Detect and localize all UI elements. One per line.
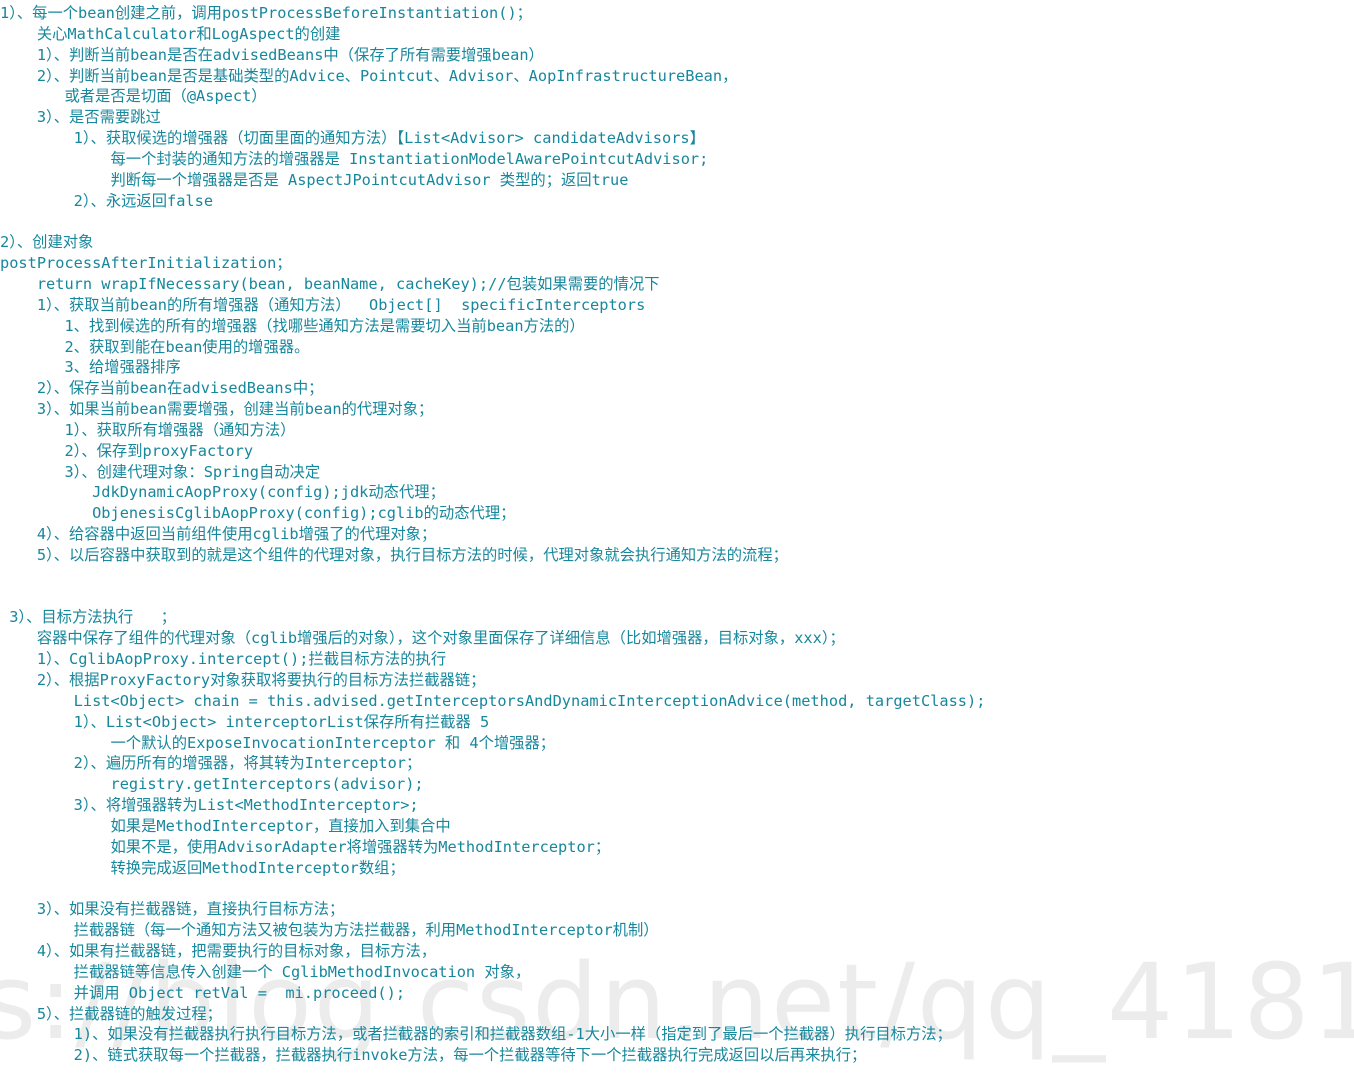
note-line: 3）、目标方法执行 ； bbox=[0, 608, 177, 627]
note-line: 3）、如果没有拦截器链，直接执行目标方法； bbox=[0, 900, 345, 919]
note-line: 1）、每一个bean创建之前，调用postProcessBeforeInstan… bbox=[0, 4, 532, 22]
note-line: 一个默认的ExposeInvocationInterceptor 和 4个增强器… bbox=[0, 733, 556, 752]
note-line: 1、找到候选的所有的增强器（找哪些通知方法是需要切入当前bean方法的） bbox=[0, 316, 585, 335]
note-line: 2）、保存当前bean在advisedBeans中； bbox=[0, 379, 324, 398]
note-line: 2）、创建对象 bbox=[0, 233, 94, 252]
note-line: 2）、根据ProxyFactory对象获取将要执行的目标方法拦截器链； bbox=[0, 671, 486, 689]
note-line: postProcessAfterInitialization； bbox=[0, 254, 292, 273]
note-line: 每一个封装的通知方法的增强器是 InstantiationModelAwareP… bbox=[0, 149, 709, 168]
note-line: 容器中保存了组件的代理对象（cglib增强后的对象），这个对象里面保存了详细信息… bbox=[0, 629, 845, 648]
note-line: 拦截器链（每一个通知方法又被包装为方法拦截器，利用MethodIntercept… bbox=[0, 921, 659, 940]
note-line bbox=[0, 878, 1354, 899]
note-line: 1）、判断当前bean是否在advisedBeans中（保存了所有需要增强bea… bbox=[0, 45, 544, 64]
note-line: 2、获取到能在bean使用的增强器。 bbox=[0, 337, 310, 356]
note-line: 1）、List<Object> interceptorList保存所有拦截器 5 bbox=[0, 712, 490, 731]
note-line: 2)、链式获取每一个拦截器，拦截器执行invoke方法，每一个拦截器等待下一个拦… bbox=[0, 1046, 867, 1065]
note-line bbox=[0, 566, 1354, 587]
note-line: 3）、是否需要跳过 bbox=[0, 108, 161, 127]
note-line: 如果不是，使用AdvisorAdapter将增强器转为MethodInterce… bbox=[0, 837, 611, 856]
note-line: 2）、判断当前bean是否是基础类型的Advice、Pointcut、Advis… bbox=[0, 66, 738, 85]
note-line: 并调用 Object retVal = mi.proceed(); bbox=[0, 983, 406, 1002]
note-text-body: 1）、每一个bean创建之前，调用postProcessBeforeInstan… bbox=[0, 0, 1354, 1066]
note-line: 2）、保存到proxyFactory bbox=[0, 441, 254, 460]
note-line: 4）、如果有拦截器链，把需要执行的目标对象，目标方法， bbox=[0, 941, 437, 960]
note-line: JdkDynamicAopProxy(config);jdk动态代理； bbox=[0, 483, 445, 502]
note-line: 4）、给容器中返回当前组件使用cglib增强了的代理对象； bbox=[0, 525, 437, 544]
note-line: 如果是MethodInterceptor，直接加入到集合中 bbox=[0, 816, 451, 835]
note-line: 5）、拦截器链的触发过程； bbox=[0, 1004, 222, 1023]
note-line: return wrapIfNecessary(bean, beanName, c… bbox=[0, 274, 660, 293]
note-line: registry.getInterceptors(advisor); bbox=[0, 775, 424, 794]
note-line: 2）、永远返回false bbox=[0, 191, 214, 210]
note-line: List<Object> chain = this.advised.getInt… bbox=[0, 691, 986, 710]
note-line: ObjenesisCglibAopProxy(config);cglib的动态代… bbox=[0, 504, 516, 523]
note-line: 1）、获取当前bean的所有增强器（通知方法） Object[] specifi… bbox=[0, 295, 646, 314]
note-line: 3）、创建代理对象：Spring自动决定 bbox=[0, 462, 321, 481]
note-line: 转换完成返回MethodInterceptor数组； bbox=[0, 858, 405, 877]
note-line bbox=[0, 587, 1354, 608]
note-line: 2）、遍历所有的增强器，将其转为Interceptor； bbox=[0, 754, 422, 773]
note-line: 1）、获取候选的增强器（切面里面的通知方法）【List<Advisor> can… bbox=[0, 129, 705, 148]
note-line bbox=[0, 211, 1354, 232]
note-line: 1）、CglibAopProxy.intercept();拦截目标方法的执行 bbox=[0, 650, 447, 669]
note-line: 或者是否是切面（@Aspect） bbox=[0, 87, 267, 106]
note-line: 判断每一个增强器是否是 AspectJPointcutAdvisor 类型的；返… bbox=[0, 170, 629, 189]
note-line: 3）、将增强器转为List<MethodInterceptor>; bbox=[0, 796, 419, 815]
note-line: 拦截器链等信息传入创建一个 CglibMethodInvocation 对象， bbox=[0, 962, 531, 981]
note-line: 1）、获取所有增强器（通知方法） bbox=[0, 420, 296, 439]
note-line: 5）、以后容器中获取到的就是这个组件的代理对象，执行目标方法的时候，代理对象就会… bbox=[0, 545, 788, 564]
note-line: 3、给增强器排序 bbox=[0, 358, 181, 377]
note-line: 3）、如果当前bean需要增强，创建当前bean的代理对象； bbox=[0, 400, 434, 419]
note-line: 关心MathCalculator和LogAspect的创建 bbox=[0, 24, 341, 43]
note-line: 1)、如果没有拦截器执行执行目标方法，或者拦截器的索引和拦截器数组-1大小一样（… bbox=[0, 1025, 952, 1044]
